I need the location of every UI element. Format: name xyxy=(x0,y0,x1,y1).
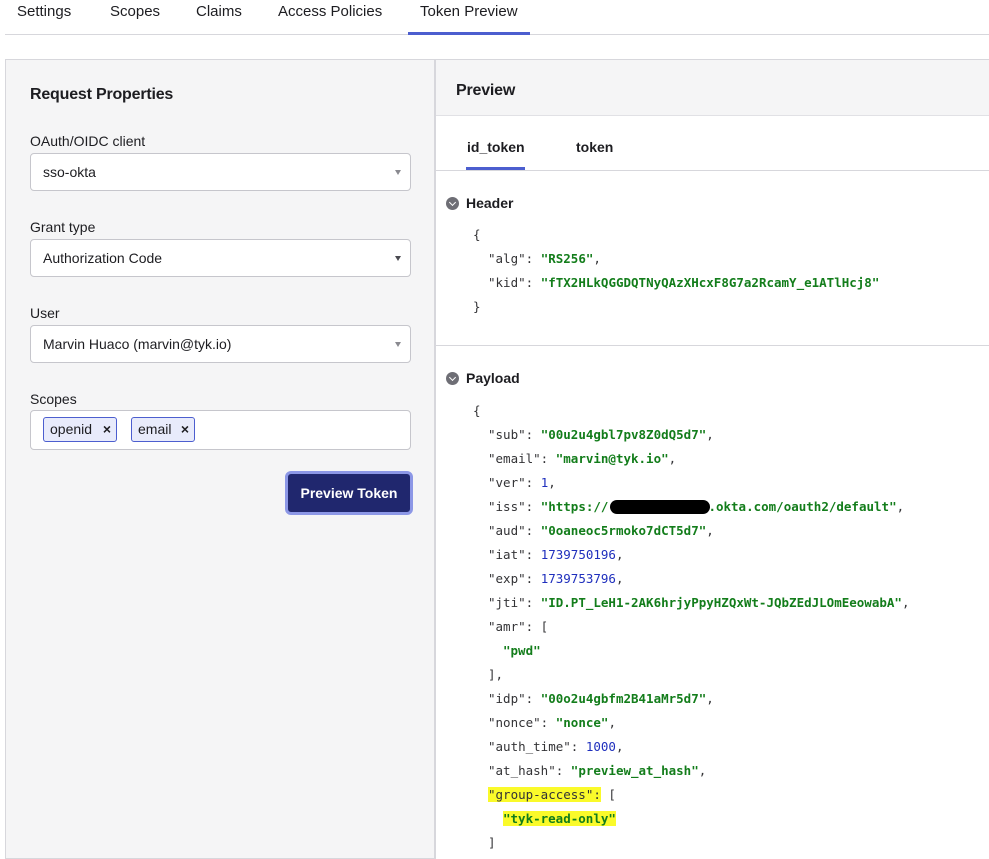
iss-prefix: https:// xyxy=(548,499,609,514)
aud-value: 0oaneoc5rmoko7dCT5d7 xyxy=(548,523,699,538)
scope-chip-email: email × xyxy=(131,417,195,442)
ver-value: 1 xyxy=(540,475,549,490)
idp-value: 00o2u4gbfm2B41aMr5d7 xyxy=(548,691,699,706)
tab-claims[interactable]: Claims xyxy=(196,0,242,34)
top-tab-bar: Settings Scopes Claims Access Policies T… xyxy=(5,0,989,35)
scope-chip-openid: openid × xyxy=(43,417,117,442)
preview-token-button[interactable]: Preview Token xyxy=(285,471,413,515)
exp-value: 1739753796 xyxy=(540,571,616,586)
client-select[interactable]: sso-okta xyxy=(30,153,411,191)
amr-item: pwd xyxy=(510,643,534,658)
chevron-down-icon xyxy=(446,372,459,385)
tab-token[interactable]: token xyxy=(576,139,613,155)
scopes-label: Scopes xyxy=(30,391,77,407)
grant-type-select[interactable]: Authorization Code xyxy=(30,239,411,277)
chevron-down-icon xyxy=(395,256,401,261)
iss-suffix: .okta.com/oauth2/default xyxy=(708,499,890,514)
header-section-label: Header xyxy=(466,195,514,211)
group-access-key: "group-access": xyxy=(488,787,601,802)
section-divider xyxy=(436,345,989,346)
tab-scopes[interactable]: Scopes xyxy=(110,0,160,34)
grant-type-value: Authorization Code xyxy=(43,250,163,266)
active-tab-indicator xyxy=(466,167,525,170)
client-label: OAuth/OIDC client xyxy=(30,133,146,149)
payload-section-toggle[interactable]: Payload xyxy=(446,370,520,386)
chevron-down-icon xyxy=(395,342,401,347)
tab-token-preview[interactable]: Token Preview xyxy=(408,0,530,35)
tab-id-token[interactable]: id_token xyxy=(467,139,525,155)
jti-value: ID.PT_LeH1-2AK6hrjyPpyHZQxWt-JQbZEdJLOmE… xyxy=(548,595,895,610)
preview-title: Preview xyxy=(456,82,516,99)
nonce-value: nonce xyxy=(563,715,601,730)
sub-value: 00u2u4gbl7pv8Z0dQ5d7 xyxy=(548,427,699,442)
scope-chip-label: openid xyxy=(50,421,93,437)
group-access-item: tyk-read-only xyxy=(510,811,609,826)
iat-value: 1739750196 xyxy=(540,547,616,562)
preview-panel: Preview id_token token Header { "alg": "… xyxy=(435,59,989,859)
kid-value: fTX2HLkQGGDQTNyQAzXHcxF8G7a2RcamY_e1ATlH… xyxy=(548,275,872,290)
scope-chip-label: email xyxy=(138,421,172,437)
user-select[interactable]: Marvin Huaco (marvin@tyk.io) xyxy=(30,325,411,363)
grant-type-label: Grant type xyxy=(30,219,96,235)
tab-settings[interactable]: Settings xyxy=(17,0,71,34)
user-label: User xyxy=(30,305,60,321)
at-hash-value: preview_at_hash xyxy=(578,763,692,778)
request-properties-title: Request Properties xyxy=(30,86,174,103)
remove-icon[interactable]: × xyxy=(103,418,111,441)
token-tabs: id_token token xyxy=(436,116,989,171)
remove-icon[interactable]: × xyxy=(181,418,189,441)
scopes-input[interactable]: openid × email × xyxy=(30,410,411,450)
chevron-down-icon xyxy=(395,170,401,175)
payload-section-label: Payload xyxy=(466,370,520,386)
tab-access-policies[interactable]: Access Policies xyxy=(278,0,382,34)
request-properties-panel: Request Properties OAuth/OIDC client sso… xyxy=(5,59,435,859)
header-section-toggle[interactable]: Header xyxy=(446,195,513,211)
client-value: sso-okta xyxy=(43,164,96,180)
preview-header: Preview xyxy=(436,60,989,116)
redaction-mark xyxy=(610,500,710,514)
chevron-down-icon xyxy=(446,197,459,210)
alg-value: RS256 xyxy=(548,251,586,266)
auth-time-value: 1000 xyxy=(585,739,616,754)
user-value: Marvin Huaco (marvin@tyk.io) xyxy=(43,336,232,352)
email-value: marvin@tyk.io xyxy=(563,451,662,466)
